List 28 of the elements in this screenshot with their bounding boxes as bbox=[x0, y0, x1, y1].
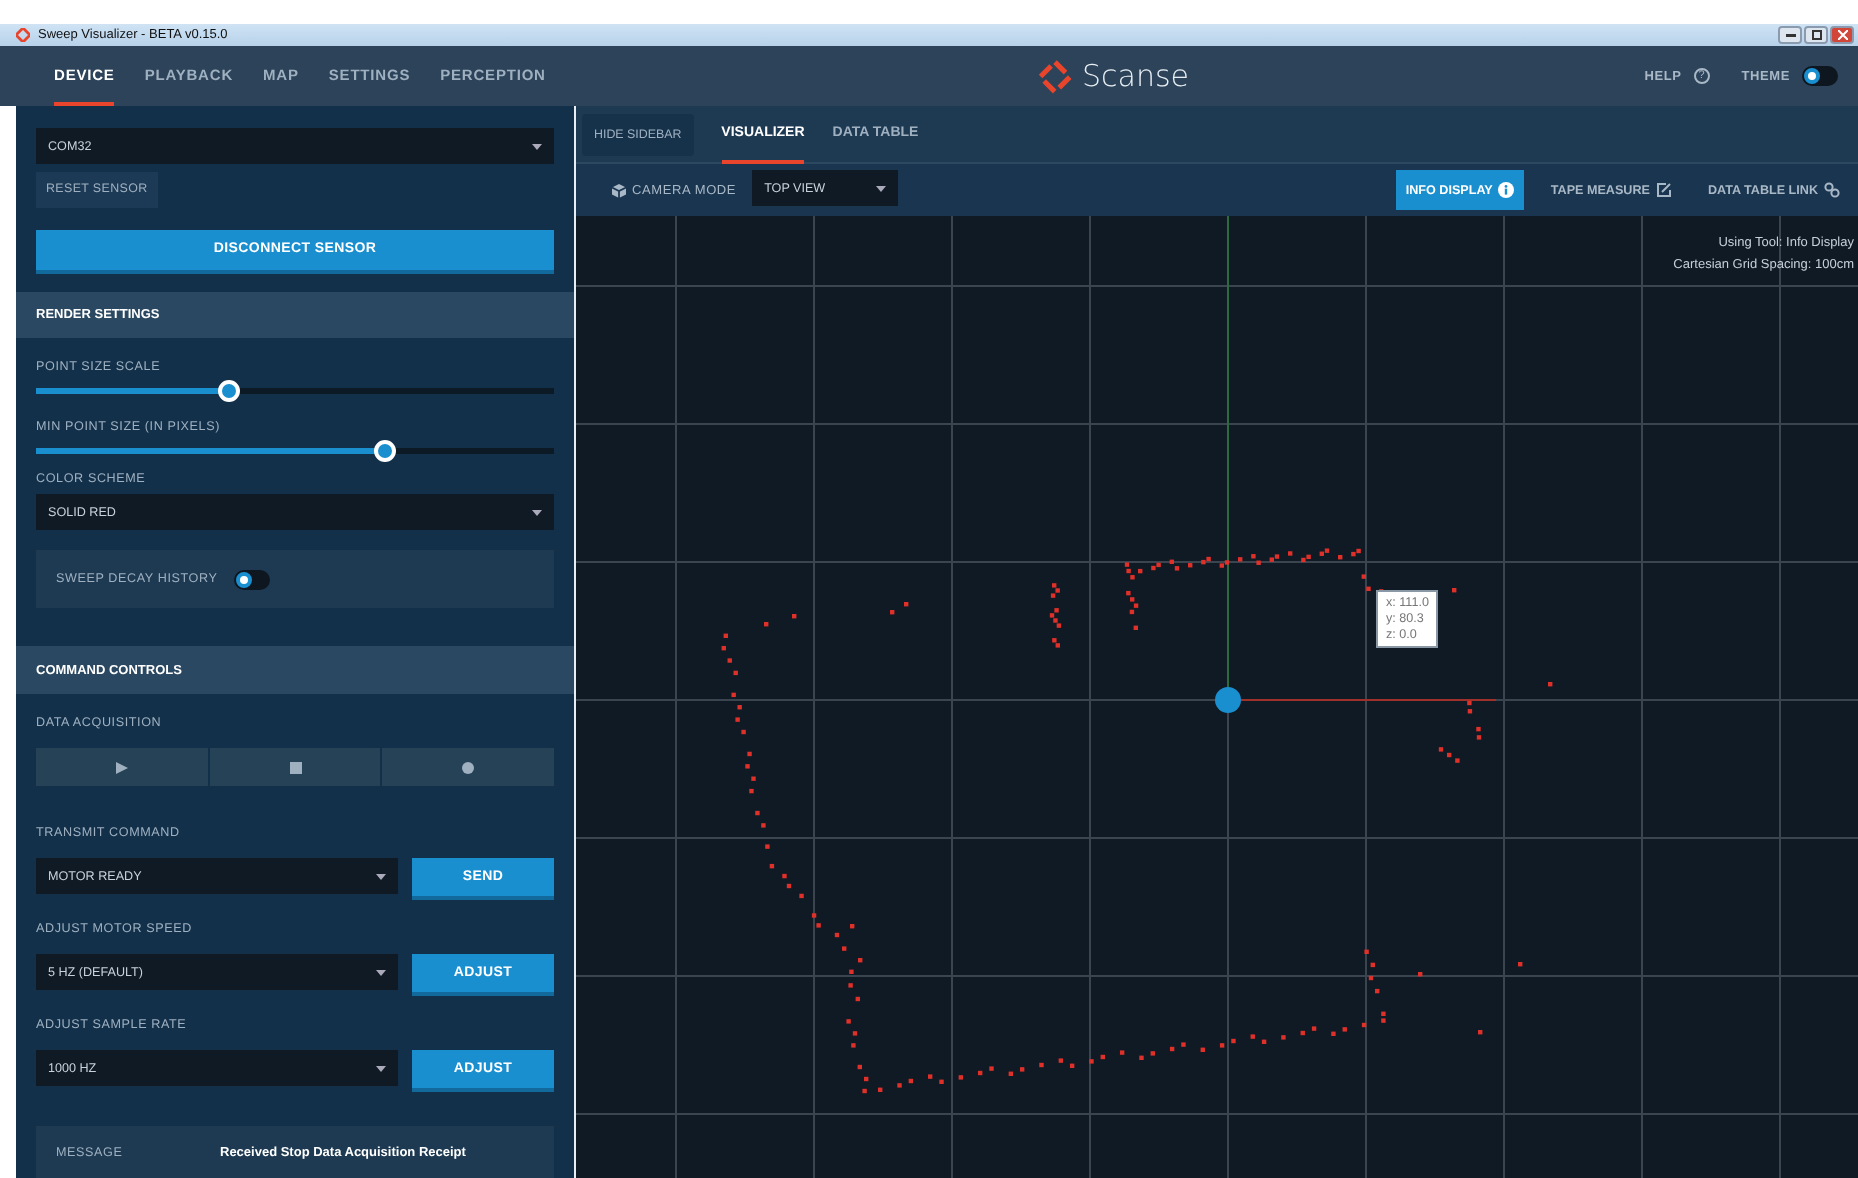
caret-icon bbox=[876, 185, 887, 191]
sensor-marker bbox=[1215, 687, 1241, 713]
acquisition-button[interactable] bbox=[209, 748, 381, 786]
cube-icon bbox=[612, 183, 626, 197]
theme-toggle[interactable] bbox=[1802, 66, 1838, 86]
logo-text: Scanse bbox=[1082, 58, 1190, 94]
caret-icon bbox=[376, 969, 386, 975]
edit-icon bbox=[1655, 182, 1672, 198]
maximize-button[interactable] bbox=[1804, 26, 1828, 44]
minimize-button[interactable] bbox=[1778, 26, 1802, 44]
caret-icon bbox=[376, 1065, 386, 1071]
info-icon bbox=[1498, 182, 1515, 198]
close-button[interactable] bbox=[1830, 26, 1854, 44]
sweep-decay-toggle[interactable] bbox=[233, 569, 270, 590]
caret-icon bbox=[532, 509, 542, 516]
minimize-icon bbox=[1785, 33, 1795, 37]
caret-icon bbox=[532, 143, 542, 149]
slider-thumb[interactable] bbox=[373, 440, 396, 463]
close-icon bbox=[1837, 30, 1847, 40]
stop-icon bbox=[289, 761, 301, 773]
slider-thumb[interactable] bbox=[217, 380, 240, 403]
play-icon bbox=[115, 761, 128, 773]
maximize-icon bbox=[1811, 30, 1821, 40]
app-icon bbox=[16, 28, 30, 42]
caret-icon bbox=[376, 873, 386, 879]
logo-icon bbox=[1038, 59, 1072, 93]
link-icon bbox=[1824, 182, 1840, 198]
record-icon bbox=[462, 761, 475, 773]
